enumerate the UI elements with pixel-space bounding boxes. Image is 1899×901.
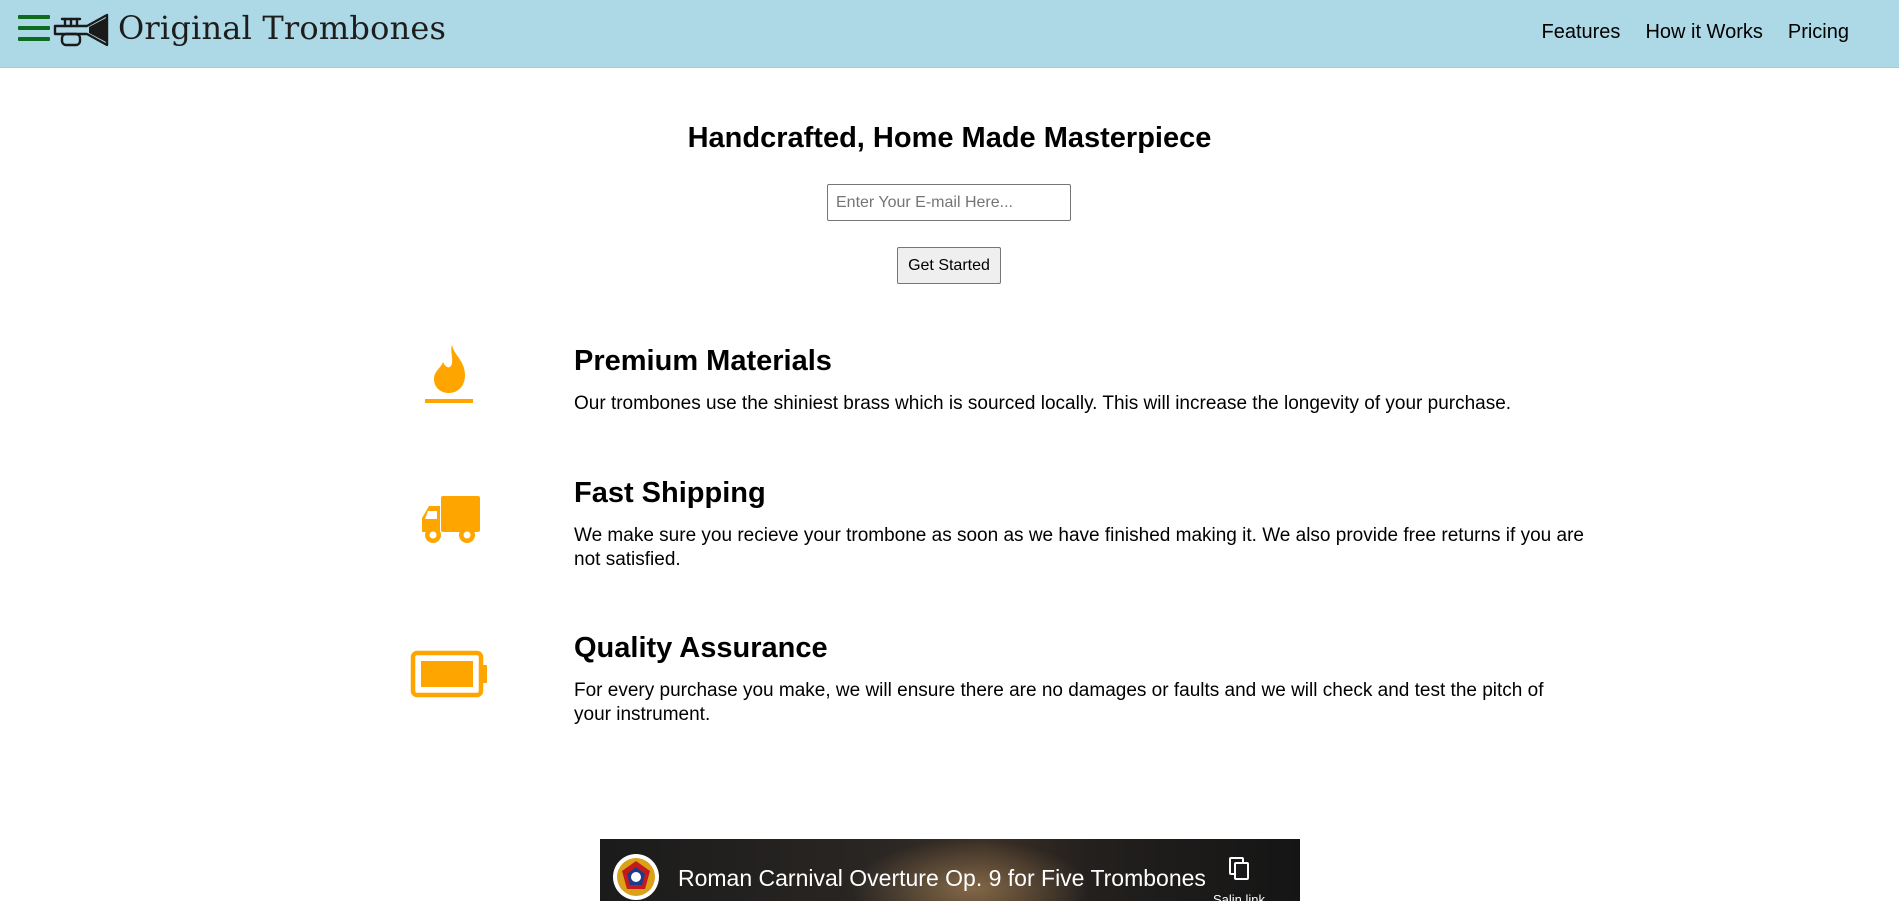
nav-link-features[interactable]: Features [1542,21,1621,44]
battery-full-icon [410,650,487,698]
feature-description: We make sure you recieve your trombone a… [574,525,1584,570]
truck-icon [422,496,480,543]
feature-title: Quality Assurance [574,632,828,664]
get-started-button[interactable]: Get Started [897,247,1001,284]
video-embed[interactable]: Roman Carnival Overture Op. 9 for Five T… [600,839,1300,901]
feature-description: Our trombones use the shiniest brass whi… [574,393,1512,414]
nav-link-how-it-works[interactable]: How it Works [1645,21,1762,44]
hamburger-icon[interactable] [18,15,52,43]
main-nav: Features How it Works Pricing [1542,21,1850,44]
copy-link-label: Salin link [1212,892,1266,901]
nav-link-pricing[interactable]: Pricing [1788,21,1849,44]
feature-title: Premium Materials [574,345,832,377]
hero-title: Handcrafted, Home Made Masterpiece [687,122,1212,154]
brand-name[interactable]: Original Trombones [118,9,446,47]
trumpet-icon [53,13,109,47]
fire-icon [425,345,473,403]
feature-title: Fast Shipping [574,477,766,509]
feature-description: For every purchase you make, we will ens… [574,680,1544,725]
video-title[interactable]: Roman Carnival Overture Op. 9 for Five T… [678,865,1206,892]
site-header: Original Trombones Features How it Works… [0,0,1899,68]
email-input[interactable] [827,184,1071,221]
copy-icon [1229,857,1249,880]
channel-logo-icon[interactable] [612,853,660,901]
copy-link-button[interactable]: Salin link [1208,839,1270,901]
